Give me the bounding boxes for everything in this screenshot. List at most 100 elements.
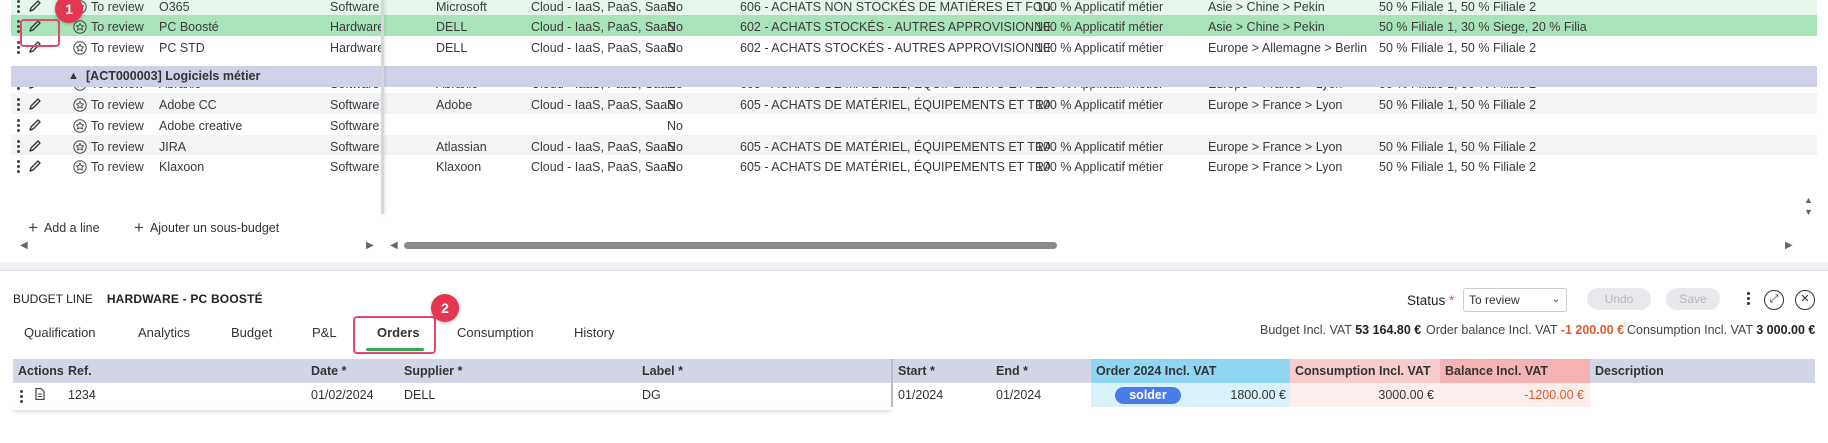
entity-split-cell[interactable]: 50 % Filiale 1, 50 % Filiale 2 bbox=[1379, 36, 1817, 60]
row-menu-icon[interactable] bbox=[20, 389, 24, 403]
order-start[interactable]: 01/2024 bbox=[891, 383, 991, 407]
name-cell[interactable]: PC STD bbox=[159, 36, 329, 60]
nature-cell[interactable]: Cloud - IaaS, PaaS, SaaS bbox=[531, 155, 676, 179]
status-label: Status * bbox=[1407, 293, 1454, 308]
scroll-down-arrow-icon[interactable]: ▼ bbox=[1804, 207, 1813, 217]
row-menu-icon[interactable] bbox=[17, 0, 21, 15]
group-label: [ACT000003] Logiciels métier bbox=[86, 69, 261, 83]
annotation-badge-2: 2 bbox=[431, 294, 459, 322]
budget-total: Budget Incl. VAT 53 164.80 € bbox=[1260, 323, 1421, 337]
status-cell[interactable]: To review bbox=[91, 155, 166, 179]
pencil-icon[interactable] bbox=[28, 97, 44, 113]
status-cell[interactable]: To review bbox=[91, 36, 166, 60]
account-cell[interactable]: 602 - ACHATS STOCKÉS - AUTRES APPROVISIO… bbox=[740, 36, 1050, 60]
scroll-right-arrow-icon[interactable]: ▶ bbox=[366, 240, 374, 251]
name-cell[interactable]: Klaxoon bbox=[159, 155, 329, 179]
category-cell[interactable]: Software bbox=[330, 155, 420, 179]
order-description[interactable] bbox=[1590, 383, 1815, 407]
column-header-ref[interactable]: Ref. bbox=[63, 359, 306, 383]
star-icon[interactable] bbox=[73, 98, 89, 114]
order-amount: 1800.00 € bbox=[1230, 388, 1286, 402]
column-header-start[interactable]: Start * bbox=[891, 359, 991, 383]
supplier-cell[interactable]: Klaxoon bbox=[436, 155, 536, 179]
column-header-actions: Actions bbox=[13, 359, 64, 383]
pencil-icon[interactable] bbox=[28, 0, 44, 15]
annotation-highlight-edit bbox=[20, 19, 60, 47]
more-options-icon[interactable] bbox=[1747, 291, 1751, 307]
tab-consumption[interactable]: Consumption bbox=[457, 315, 534, 351]
scroll-left-arrow-icon[interactable]: ◀ bbox=[20, 240, 28, 251]
column-header-consumption[interactable]: Consumption Incl. VAT bbox=[1290, 359, 1440, 383]
horizontal-scrollbar-thumb[interactable] bbox=[404, 242, 1057, 249]
column-header-supplier[interactable]: Supplier * bbox=[399, 359, 637, 383]
add-sub-budget-label: Ajouter un sous-budget bbox=[149, 221, 280, 235]
column-header-balance[interactable]: Balance Incl. VAT bbox=[1440, 359, 1590, 383]
expand-icon[interactable]: ⤢ bbox=[1764, 290, 1784, 310]
status-label-text: Status bbox=[1407, 293, 1446, 308]
tab-analytics[interactable]: Analytics bbox=[138, 315, 190, 351]
scroll-left-arrow-icon[interactable]: ◀ bbox=[390, 240, 398, 251]
column-header-description[interactable]: Description bbox=[1590, 359, 1815, 383]
pencil-icon[interactable] bbox=[28, 159, 44, 175]
row-menu-icon[interactable] bbox=[17, 118, 21, 134]
capex-cell[interactable]: No bbox=[667, 36, 727, 60]
row-menu-icon[interactable] bbox=[17, 159, 21, 175]
tab-budget[interactable]: Budget bbox=[231, 315, 272, 351]
account-cell[interactable]: 605 - ACHATS DE MATÉRIEL, ÉQUIPEMENTS ET… bbox=[740, 155, 1050, 179]
supplier-cell[interactable]: DELL bbox=[436, 36, 536, 60]
order-balance-label: Order balance Incl. VAT bbox=[1426, 323, 1558, 337]
chevron-up-icon[interactable]: ▲ bbox=[68, 66, 79, 87]
status-select[interactable]: To review ⌄ bbox=[1463, 288, 1567, 312]
table-row[interactable]: To review Klaxoon Software Klaxoon Cloud - I… bbox=[11, 155, 1817, 179]
solder-badge[interactable]: solder bbox=[1115, 387, 1181, 405]
star-icon[interactable] bbox=[73, 119, 89, 135]
tab-qualification[interactable]: Qualification bbox=[24, 315, 96, 351]
add-line-button[interactable]: + Add a line bbox=[28, 219, 100, 237]
consumption-total-value: 3 000.00 € bbox=[1756, 323, 1816, 337]
budget-grid: To review O365 Software Microsoft Cloud - Ia… bbox=[0, 0, 1828, 262]
status-value: To review bbox=[1469, 293, 1520, 307]
budget-line-detail: BUDGET LINE HARDWARE - PC BOOSTÉ Status *… bbox=[0, 270, 1828, 443]
order-label[interactable]: DG bbox=[637, 383, 891, 407]
tab-pl[interactable]: P&L bbox=[312, 315, 337, 351]
plus-icon: + bbox=[134, 218, 144, 237]
order-amount-cell[interactable]: solder 1800.00 € bbox=[1091, 383, 1290, 407]
scroll-up-arrow-icon[interactable]: ▲ bbox=[1804, 195, 1813, 205]
location-cell[interactable]: Europe > Allemagne > Berlin bbox=[1208, 36, 1378, 60]
column-header-end[interactable]: End * bbox=[991, 359, 1091, 383]
row-menu-icon[interactable] bbox=[17, 97, 21, 113]
row-menu-icon[interactable] bbox=[17, 139, 21, 155]
pencil-icon[interactable] bbox=[28, 118, 44, 134]
category-cell[interactable]: Hardware bbox=[330, 36, 420, 60]
table-row[interactable]: To review PC STD Hardware DELL Cloud - IaaS,… bbox=[11, 36, 1817, 60]
star-icon[interactable] bbox=[73, 140, 89, 156]
allocation-cell[interactable]: 100 % Applicatif métier bbox=[1036, 36, 1206, 60]
allocation-cell[interactable]: 100 % Applicatif métier bbox=[1036, 155, 1206, 179]
undo-button[interactable]: Undo bbox=[1587, 288, 1651, 310]
entity-split-cell[interactable]: 50 % Filiale 1, 50 % Filiale 2 bbox=[1379, 155, 1817, 179]
group-row[interactable]: ▲ [ACT000003] Logiciels métier bbox=[11, 66, 1817, 87]
pencil-icon[interactable] bbox=[28, 139, 44, 155]
star-icon[interactable] bbox=[73, 41, 89, 57]
order-supplier[interactable]: DELL bbox=[399, 383, 637, 407]
document-icon[interactable] bbox=[35, 384, 46, 408]
capex-cell[interactable]: No bbox=[667, 155, 727, 179]
plus-icon: + bbox=[28, 218, 38, 237]
add-sub-budget-button[interactable]: + Ajouter un sous-budget bbox=[134, 219, 279, 237]
star-icon[interactable] bbox=[73, 20, 89, 36]
close-icon[interactable]: ✕ bbox=[1795, 290, 1815, 310]
column-header-date[interactable]: Date * bbox=[306, 359, 399, 383]
order-end[interactable]: 01/2024 bbox=[991, 383, 1091, 407]
star-icon[interactable] bbox=[73, 160, 89, 176]
column-header-label[interactable]: Label * bbox=[637, 359, 891, 383]
scroll-right-arrow-icon[interactable]: ▶ bbox=[1785, 240, 1793, 251]
consumption-total: Consumption Incl. VAT 3 000.00 € bbox=[1627, 323, 1815, 337]
order-ref[interactable]: 1234 bbox=[63, 383, 306, 407]
save-button[interactable]: Save bbox=[1666, 288, 1720, 310]
location-cell[interactable]: Europe > France > Lyon bbox=[1208, 155, 1378, 179]
page-title: BUDGET LINE HARDWARE - PC BOOSTÉ bbox=[13, 292, 263, 306]
order-date[interactable]: 01/02/2024 bbox=[306, 383, 399, 407]
tab-history[interactable]: History bbox=[574, 315, 614, 351]
nature-cell[interactable]: Cloud - IaaS, PaaS, SaaS bbox=[531, 36, 676, 60]
column-header-order[interactable]: Order 2024 Incl. VAT bbox=[1091, 359, 1290, 383]
